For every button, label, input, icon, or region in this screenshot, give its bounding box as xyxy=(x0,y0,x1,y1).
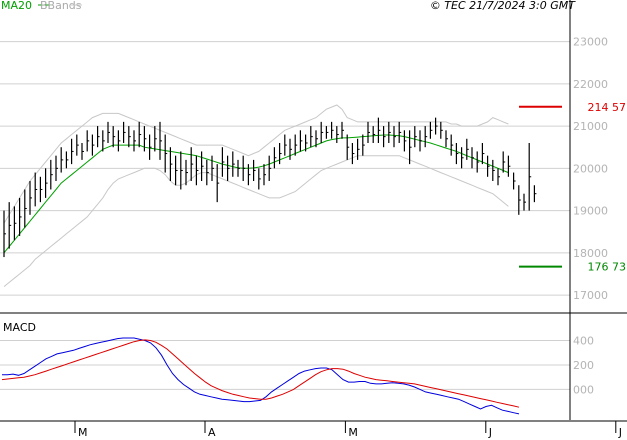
x-tick-label: M xyxy=(348,426,358,439)
level-label: 214 57 xyxy=(588,101,627,114)
x-tick-label: A xyxy=(208,426,216,439)
y-tick-label: 20000 xyxy=(573,162,608,175)
x-axis: MAMJJ xyxy=(74,421,622,439)
y-tick-label: 22000 xyxy=(573,78,608,91)
macd-tick-label: 200 xyxy=(573,359,594,372)
bband-upper xyxy=(3,104,509,224)
y-tick-label: 19000 xyxy=(573,205,608,218)
legend-ma20: MA20 xyxy=(1,0,32,12)
bollinger-bands xyxy=(3,104,509,287)
y-tick-label: 23000 xyxy=(573,36,608,49)
chart-canvas: 214 57 176 73 17000 18000 19000 20000 21000 22… xyxy=(0,0,627,439)
level-label: 176 73 xyxy=(588,261,627,274)
y-tick-label: 17000 xyxy=(573,289,608,302)
y-tick-label: 21000 xyxy=(573,120,608,133)
x-tick-label: J xyxy=(618,426,622,439)
macd-series-signal xyxy=(1,339,520,408)
x-tick-label: J xyxy=(488,426,492,439)
legend-bbands: BBands xyxy=(40,0,82,12)
copyright-text: © TEC 21/7/2024 3:0 GMT xyxy=(430,0,576,12)
macd-title: MACD xyxy=(3,321,36,334)
macd-tick-label: 000 xyxy=(573,383,594,396)
macd-series-macd xyxy=(2,337,520,415)
bband-lower xyxy=(3,155,509,287)
x-tick-label: M xyxy=(78,426,88,439)
macd-tick-label: 400 xyxy=(573,334,594,347)
y-tick-label: 18000 xyxy=(573,247,608,260)
price-bars xyxy=(3,117,537,258)
main-grid xyxy=(0,41,570,296)
macd-panel: 000 200 400 xyxy=(0,334,594,415)
